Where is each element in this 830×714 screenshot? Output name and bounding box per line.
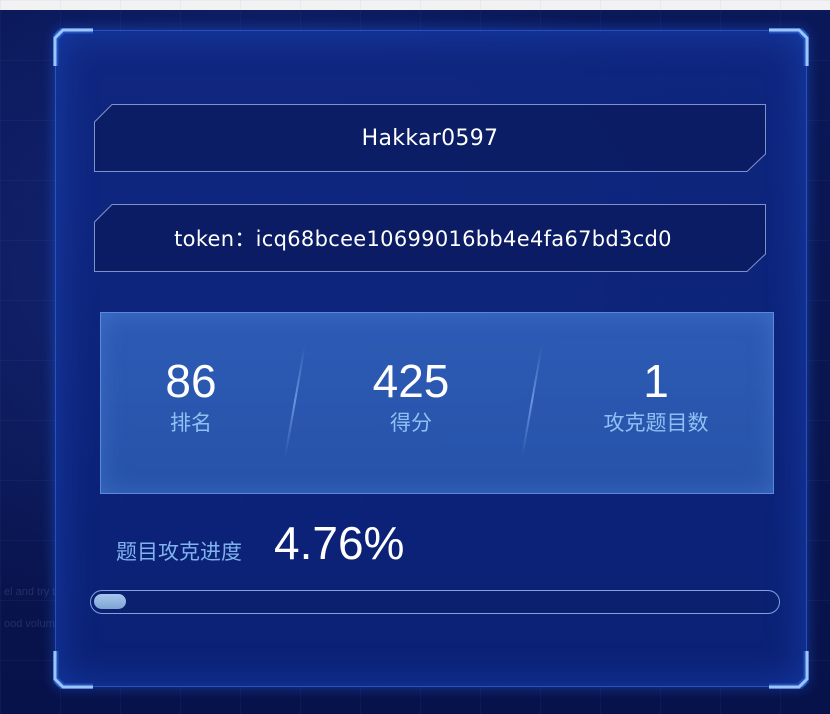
stat-divider: [521, 345, 543, 457]
rank-label: 排名: [170, 411, 212, 435]
background-ghost-text: el and try to: [4, 586, 62, 598]
progress-value: 4.76%: [274, 517, 405, 569]
progress-label: 题目攻克进度: [116, 540, 242, 564]
username-box: Hakkar0597: [94, 104, 766, 172]
token-box: token：icq68bcee10699016bb4e4fa67bd3cd0: [94, 204, 766, 272]
solved-label: 攻克题目数: [603, 411, 709, 435]
user-info-panel: Hakkar0597 token：icq68bcee10699016bb4e4f…: [53, 28, 809, 689]
rank-value: 86: [165, 355, 217, 407]
score-label: 得分: [390, 411, 432, 435]
stat-solved: 1 攻克题目数: [571, 313, 741, 493]
background-ghost-text: ood volum: [4, 618, 55, 630]
solved-value: 1: [643, 355, 669, 407]
stat-divider: [284, 345, 306, 457]
corner-frame-icon: [767, 649, 809, 689]
progress-bar: [90, 590, 780, 614]
page: el and try to ood volum Hakkar0597 token…: [0, 0, 830, 714]
corner-frame-icon: [53, 28, 95, 68]
stat-rank: 86 排名: [121, 313, 261, 493]
stat-score: 425 得分: [341, 313, 481, 493]
username: Hakkar0597: [361, 125, 499, 151]
stats-card: 86 排名 425 得分 1 攻克题目数: [100, 312, 774, 494]
corner-frame-icon: [53, 649, 95, 689]
progress-fill: [94, 594, 126, 609]
token-text: token：icq68bcee10699016bb4e4fa67bd3cd0: [174, 227, 672, 251]
score-value: 425: [372, 355, 450, 407]
corner-frame-icon: [767, 28, 809, 68]
